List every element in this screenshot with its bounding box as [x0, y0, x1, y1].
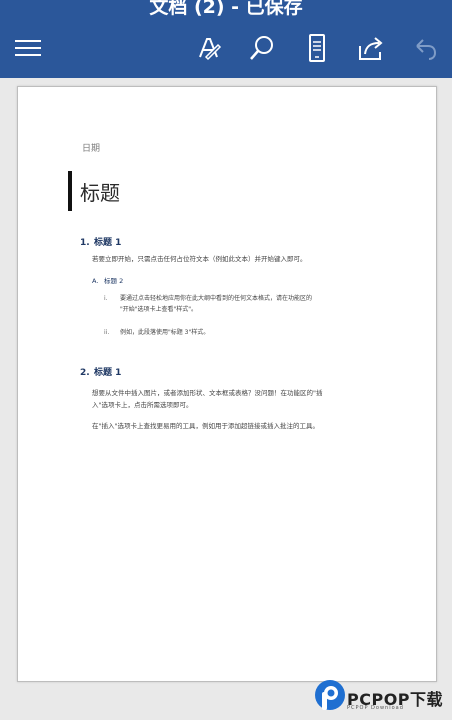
section-2-heading-text: 标题 1: [94, 368, 122, 378]
search-icon: [250, 36, 273, 60]
search-button[interactable]: [246, 30, 278, 66]
section-2-paragraph-1-line-2: 入"选项卡上，点击所需选项即可。: [92, 401, 193, 409]
subheading-a-text: 标题 2: [104, 277, 124, 285]
list-item-text: 例如，此段落使用"标题 3"样式。: [120, 329, 210, 336]
document-date[interactable]: 日期: [82, 141, 100, 154]
share-button[interactable]: [355, 30, 387, 66]
watermark: PCPOP下载 PCPOP Download: [313, 678, 452, 720]
list-item[interactable]: ii. 例如，此段落使用"标题 3"样式。: [104, 327, 404, 338]
pen-icon: [199, 38, 222, 61]
watermark-sub: PCPOP Download: [347, 705, 404, 711]
window-title: 文档 (2) - 已保存: [149, 0, 303, 18]
document-title[interactable]: 标题: [80, 177, 120, 206]
undo-button[interactable]: [410, 30, 440, 66]
list-item-number: ii.: [104, 329, 110, 336]
list-item-text: 要通过点击轻松地应用你在此大纲中看到的任何文本格式，请在功能区的: [120, 295, 313, 302]
section-1-number: 1.: [80, 238, 90, 248]
document-page[interactable]: 日期 标题 1. 标题 1 若要立即开始，只需点击任何占位符文本（例如此文本）并开…: [17, 86, 437, 682]
subheading-a[interactable]: A. 标题 2: [92, 275, 123, 285]
edit-button[interactable]: [194, 30, 224, 66]
section-2-paragraph-2[interactable]: 在"插入"选项卡上查找更易用的工具，例如用于添加超链接或插入批注的工具。: [92, 422, 412, 431]
pcpop-logo: [315, 680, 345, 710]
share-icon: [359, 37, 383, 60]
title-bar: 文档 (2) - 已保存: [0, 0, 452, 78]
hamburger-icon: [15, 40, 41, 56]
list-item-number: i.: [104, 295, 108, 302]
subheading-a-number: A.: [92, 277, 99, 285]
list-item[interactable]: i. 要通过点击轻松地应用你在此大纲中看到的任何文本格式，请在功能区的 "开始"选…: [104, 293, 404, 315]
section-2-number: 2.: [80, 368, 90, 378]
undo-icon: [416, 39, 437, 60]
section-2-paragraph-1-line-1: 想要从文件中插入图片，或者添加形状、文本框或表格？没问题！在功能区的"插: [92, 389, 323, 397]
list-item-text-continued: "开始"选项卡上查看"样式"。: [120, 306, 198, 313]
section-1-body[interactable]: 若要立即开始，只需点击任何占位符文本（例如此文本）并开始键入即可。: [92, 255, 412, 264]
section-2-heading[interactable]: 2. 标题 1: [80, 365, 121, 378]
section-1-heading[interactable]: 1. 标题 1: [80, 235, 121, 248]
section-2-paragraph-1[interactable]: 想要从文件中插入图片，或者添加形状、文本框或表格？没问题！在功能区的"插 入"选…: [92, 387, 412, 411]
menu-button[interactable]: [12, 30, 44, 66]
mobile-view-icon: [309, 34, 325, 62]
mobile-view-button[interactable]: [302, 30, 332, 66]
section-1-heading-text: 标题 1: [94, 238, 122, 248]
title-accent-bar: [68, 171, 72, 211]
